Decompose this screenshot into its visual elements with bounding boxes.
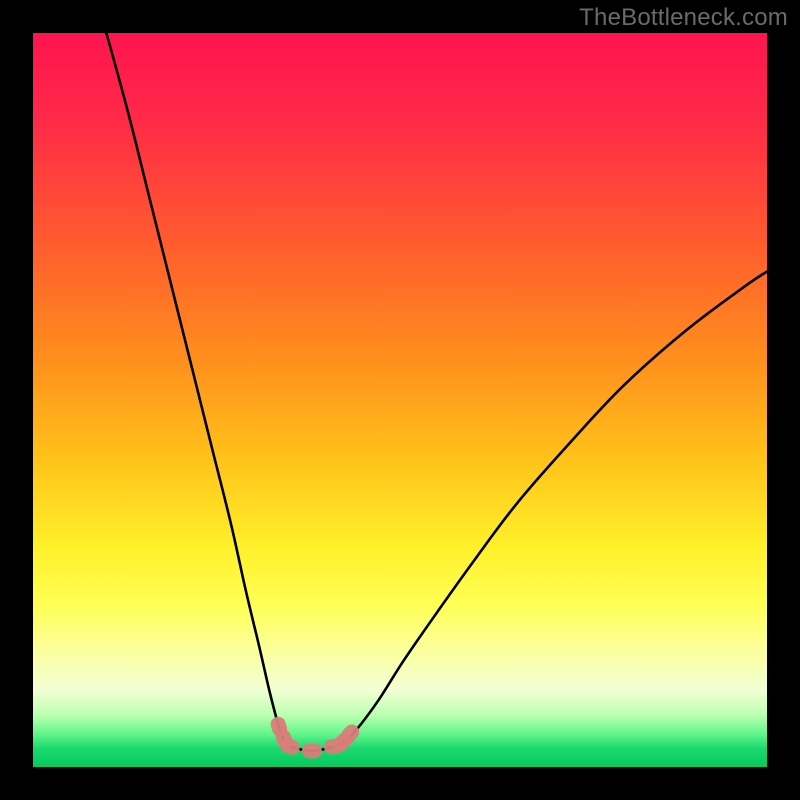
attribution-label: TheBottleneck.com [579,4,788,32]
gradient-background [33,33,767,767]
chart-frame: TheBottleneck.com [0,0,800,800]
chart-svg [33,33,767,767]
curve-marker [302,743,322,758]
plot-area [33,33,767,767]
